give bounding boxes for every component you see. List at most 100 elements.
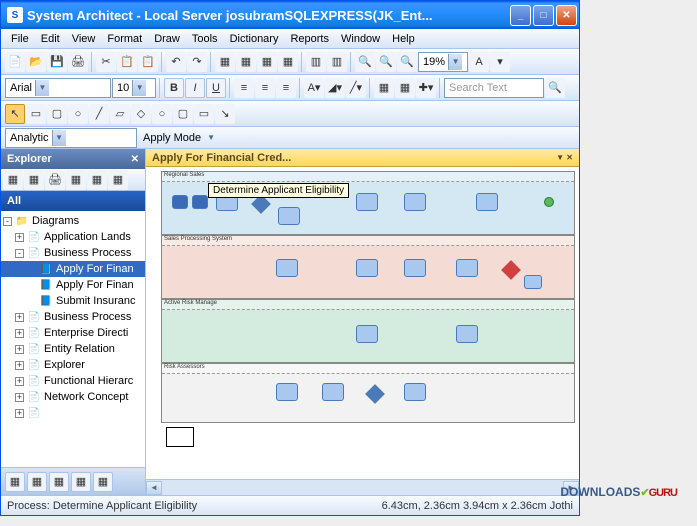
zoom-in-icon[interactable]: 🔍 <box>355 52 375 72</box>
tool-icon[interactable]: ▦ <box>395 78 415 98</box>
diagram-tab[interactable]: Apply For Financial Cred... ▼ ✕ <box>146 149 579 167</box>
rect-icon[interactable]: ▭ <box>26 104 46 124</box>
menu-help[interactable]: Help <box>386 31 421 47</box>
redo-icon[interactable]: ↷ <box>187 52 207 72</box>
menu-dictionary[interactable]: Dictionary <box>224 31 285 47</box>
tool-icon[interactable]: ▦ <box>3 170 23 190</box>
tree-item[interactable]: +📄Application Lands <box>1 229 145 245</box>
apply-mode-button[interactable]: Apply Mode <box>137 132 207 144</box>
tool-icon[interactable]: ▦ <box>108 170 128 190</box>
bpmn-start[interactable] <box>172 195 188 209</box>
chevron-down-icon[interactable]: ▼ <box>52 130 66 146</box>
maximize-button[interactable]: □ <box>533 5 554 26</box>
bpmn-task[interactable] <box>456 325 478 343</box>
bpmn-task[interactable] <box>476 193 498 211</box>
tool-icon[interactable]: ▦ <box>278 52 298 72</box>
tree-root[interactable]: -📁Diagrams <box>1 213 145 229</box>
bpmn-task[interactable] <box>404 383 426 401</box>
menu-tools[interactable]: Tools <box>186 31 224 47</box>
tree-item[interactable]: +📄Entity Relation <box>1 341 145 357</box>
tool-icon[interactable]: ✚▾ <box>416 78 436 98</box>
chevron-down-icon[interactable]: ▼ <box>35 80 49 96</box>
bpmn-task[interactable] <box>456 259 478 277</box>
shape-icon[interactable]: ▭ <box>194 104 214 124</box>
italic-button[interactable]: I <box>185 78 205 98</box>
tool-icon[interactable]: ▥ <box>306 52 326 72</box>
tree-item[interactable]: -📄Business Process <box>1 245 145 261</box>
align-right-icon[interactable]: ≡ <box>276 78 296 98</box>
undo-icon[interactable]: ↶ <box>166 52 186 72</box>
tree-item[interactable]: 📘Submit Insuranc <box>1 293 145 309</box>
menu-file[interactable]: File <box>5 31 35 47</box>
print-icon[interactable]: 🖨 <box>68 52 88 72</box>
bpmn-task[interactable] <box>278 207 300 225</box>
zoom-fit-icon[interactable]: 🔍 <box>397 52 417 72</box>
tool-icon[interactable]: A <box>469 52 489 72</box>
new-icon[interactable]: 📄 <box>5 52 25 72</box>
bpmn-end[interactable] <box>544 197 554 207</box>
font-name-combo[interactable]: Arial▼ <box>5 78 111 98</box>
bpmn-task[interactable] <box>276 383 298 401</box>
zoom-combo[interactable]: 19%▼ <box>418 52 468 72</box>
bpmn-task[interactable] <box>356 259 378 277</box>
bpmn-task[interactable] <box>404 193 426 211</box>
minimize-button[interactable]: _ <box>510 5 531 26</box>
chevron-down-icon[interactable]: ▼ <box>132 80 146 96</box>
tab-icon[interactable]: ▦ <box>27 472 47 492</box>
menu-format[interactable]: Format <box>101 31 148 47</box>
bpmn-task[interactable] <box>356 193 378 211</box>
font-color-icon[interactable]: A▾ <box>304 78 324 98</box>
tree-item[interactable]: +📄Enterprise Directi <box>1 325 145 341</box>
line-color-icon[interactable]: ╱▾ <box>346 78 366 98</box>
bpmn-task[interactable] <box>322 383 344 401</box>
tree-item[interactable]: +📄 <box>1 405 145 421</box>
menu-draw[interactable]: Draw <box>148 31 186 47</box>
bpmn-task[interactable] <box>404 259 426 277</box>
explorer-tree[interactable]: -📁Diagrams +📄Application Lands-📄Business… <box>1 211 145 467</box>
align-left-icon[interactable]: ≡ <box>234 78 254 98</box>
scroll-left-icon[interactable]: ◄ <box>146 481 162 495</box>
tool-icon[interactable]: ▥ <box>327 52 347 72</box>
rounded-rect-icon[interactable]: ▢ <box>47 104 67 124</box>
menu-view[interactable]: View <box>66 31 102 47</box>
tree-item[interactable]: +📄Functional Hierarc <box>1 373 145 389</box>
bpmn-task[interactable] <box>524 275 542 289</box>
chevron-down-icon[interactable]: ▼ <box>448 54 462 70</box>
bold-button[interactable]: B <box>164 78 184 98</box>
search-icon[interactable]: 🔍 <box>545 78 565 98</box>
save-icon[interactable]: 💾 <box>47 52 67 72</box>
tool-icon[interactable]: ▦ <box>87 170 107 190</box>
tree-item[interactable]: +📄Network Concept <box>1 389 145 405</box>
paste-icon[interactable]: 📋 <box>138 52 158 72</box>
tool-icon[interactable]: ▦ <box>257 52 277 72</box>
close-icon[interactable]: ✕ <box>131 154 139 165</box>
shape-icon[interactable]: ○ <box>152 104 172 124</box>
chevron-down-icon[interactable]: ▼ ✕ <box>556 153 573 162</box>
shape-icon[interactable]: ◇ <box>131 104 151 124</box>
tool-icon[interactable]: ▦ <box>66 170 86 190</box>
tool-icon[interactable]: ▦ <box>374 78 394 98</box>
underline-button[interactable]: U <box>206 78 226 98</box>
bpmn-task[interactable] <box>276 259 298 277</box>
open-icon[interactable]: 📂 <box>26 52 46 72</box>
scheme-combo[interactable]: Analytic▼ <box>5 128 137 148</box>
bpmn-task[interactable] <box>192 195 208 209</box>
tab-icon[interactable]: ▦ <box>49 472 69 492</box>
tree-item[interactable]: 📘Apply For Finan <box>1 277 145 293</box>
zoom-out-icon[interactable]: 🔍 <box>376 52 396 72</box>
tool-icon[interactable]: 🖨 <box>45 170 65 190</box>
tool-icon[interactable]: ▦ <box>24 170 44 190</box>
close-button[interactable]: ✕ <box>556 5 577 26</box>
bpmn-task[interactable] <box>356 325 378 343</box>
ellipse-icon[interactable]: ○ <box>68 104 88 124</box>
chevron-down-icon[interactable]: ▼ <box>207 133 215 142</box>
thumbnail-box[interactable] <box>166 427 194 447</box>
shape-icon[interactable]: ▢ <box>173 104 193 124</box>
menu-edit[interactable]: Edit <box>35 31 66 47</box>
search-input[interactable]: Search Text <box>444 78 544 98</box>
tree-item[interactable]: +📄Business Process <box>1 309 145 325</box>
cut-icon[interactable]: ✂ <box>96 52 116 72</box>
line-icon[interactable]: ╱ <box>89 104 109 124</box>
menu-reports[interactable]: Reports <box>284 31 335 47</box>
tab-icon[interactable]: ▦ <box>93 472 113 492</box>
